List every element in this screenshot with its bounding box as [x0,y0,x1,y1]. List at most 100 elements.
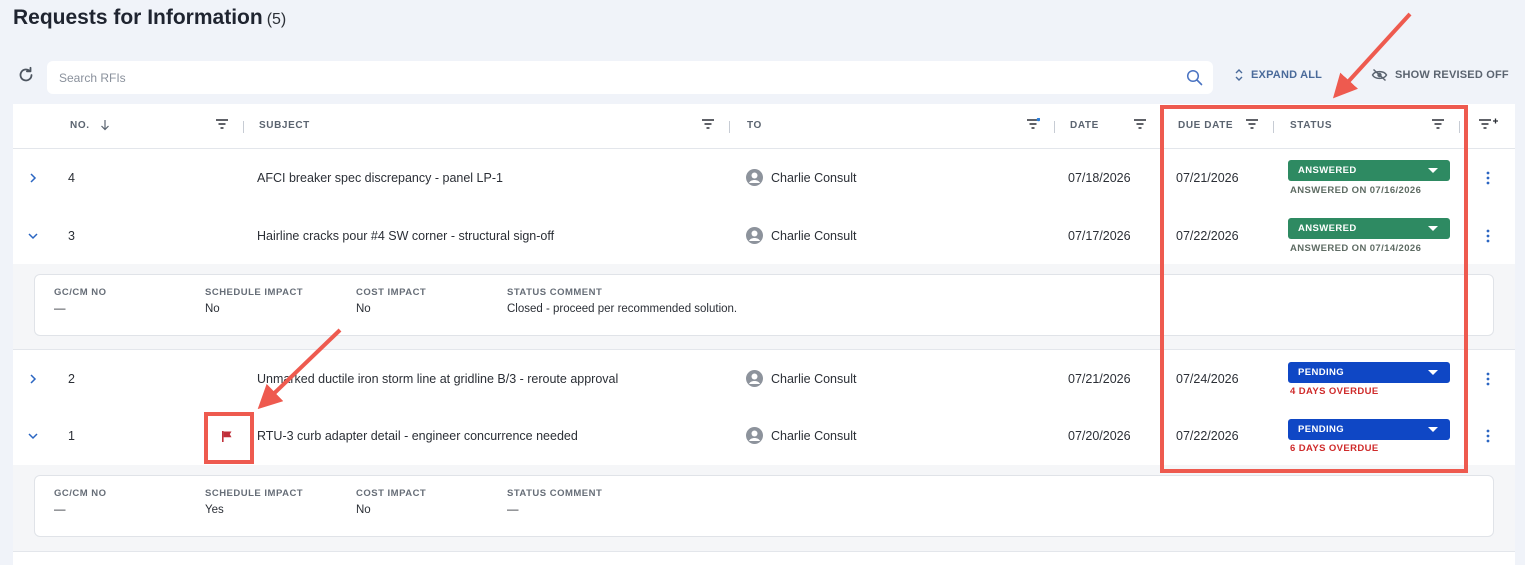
rfi-date: 07/17/2026 [1068,229,1131,243]
rfi-table: NO. SUBJECT TO DATE DUE DATE STATUS 4 AF… [13,104,1515,565]
caret-down-icon [1428,370,1438,375]
status-label: ANSWERED [1298,165,1357,176]
kebab-icon[interactable] [1483,428,1493,444]
flag-icon[interactable] [221,430,233,443]
sort-arrow-icon[interactable] [100,119,110,131]
rfi-date: 07/21/2026 [1068,372,1131,386]
detail-label-schedule: SCHEDULE IMPACT [205,287,304,298]
detail-label-gc: GC/CM NO [54,488,107,499]
rfi-number: 2 [68,372,75,386]
column-header-status[interactable]: STATUS [1290,120,1332,131]
show-revised-label: SHOW REVISED OFF [1395,69,1509,81]
filter-icon[interactable] [215,118,229,130]
column-settings-icon[interactable] [1478,118,1500,130]
caret-down-icon [1428,226,1438,231]
column-header-due-date[interactable]: DUE DATE [1178,120,1233,131]
detail-value-cost: No [356,504,371,516]
chevron-down-icon[interactable] [27,430,39,442]
status-dropdown[interactable]: PENDING [1288,419,1450,440]
status-label: PENDING [1298,424,1345,435]
detail-card: GC/CM NO — SCHEDULE IMPACT Yes COST IMPA… [34,475,1494,537]
detail-label-schedule: SCHEDULE IMPACT [205,488,304,499]
table-row[interactable]: 3 Hairline cracks pour #4 SW corner - st… [13,207,1515,264]
column-divider [243,121,244,133]
detail-label-cost: COST IMPACT [356,488,427,499]
rfi-subject[interactable]: Unmarked ductile iron storm line at grid… [257,372,618,386]
status-subtext: ANSWERED ON 07/16/2026 [1290,185,1422,196]
detail-label-gc: GC/CM NO [54,287,107,298]
rfi-recipient: Charlie Consult [771,229,857,243]
column-header-date[interactable]: DATE [1070,120,1099,131]
detail-value-gc: — [54,303,66,315]
caret-down-icon [1428,427,1438,432]
refresh-icon[interactable] [17,66,35,84]
filter-icon[interactable] [701,118,715,130]
chevron-right-icon[interactable] [27,172,39,184]
rfi-due-date: 07/21/2026 [1176,171,1239,185]
person-icon [746,370,763,387]
filter-icon[interactable] [1133,118,1147,130]
rfi-recipient: Charlie Consult [771,171,857,185]
rfi-number: 1 [68,429,75,443]
annotation-arrow [1332,12,1412,99]
rfi-subject[interactable]: Hairline cracks pour #4 SW corner - stru… [257,229,554,243]
filter-icon[interactable] [1245,118,1259,130]
table-row[interactable]: 2 Unmarked ductile iron storm line at gr… [13,351,1515,408]
chevron-down-icon[interactable] [27,230,39,242]
column-header-subject[interactable]: SUBJECT [259,120,310,131]
eye-off-icon [1371,68,1388,82]
detail-value-comment: — [507,504,519,516]
filter-active-icon[interactable] [1026,118,1040,130]
table-row[interactable]: 1 RTU-3 curb adapter detail - engineer c… [13,408,1515,465]
rfi-recipient: Charlie Consult [771,429,857,443]
rfi-subject[interactable]: AFCI breaker spec discrepancy - panel LP… [257,171,503,185]
row-detail-panel: GC/CM NO — SCHEDULE IMPACT Yes COST IMPA… [13,465,1515,552]
expand-icon [1235,69,1243,81]
column-divider [1459,121,1460,133]
column-divider [729,121,730,133]
rfi-date: 07/18/2026 [1068,171,1131,185]
filter-icon[interactable] [1431,118,1445,130]
show-revised-toggle[interactable]: SHOW REVISED OFF [1371,68,1509,82]
caret-down-icon [1428,168,1438,173]
person-icon [746,227,763,244]
chevron-right-icon[interactable] [27,373,39,385]
column-header-no[interactable]: NO. [70,120,90,131]
status-subtext: ANSWERED ON 07/14/2026 [1290,243,1422,254]
search-icon[interactable] [1186,69,1203,86]
kebab-icon[interactable] [1483,371,1493,387]
search-input[interactable] [47,61,1213,94]
expand-all-button[interactable]: EXPAND ALL [1234,68,1322,82]
status-dropdown[interactable]: ANSWERED [1288,218,1450,239]
person-icon [746,427,763,444]
detail-label-comment: STATUS COMMENT [507,287,603,298]
kebab-icon[interactable] [1483,228,1493,244]
rfi-count: (5) [266,11,287,28]
rfi-due-date: 07/24/2026 [1176,372,1239,386]
person-icon [746,169,763,186]
detail-value-schedule: No [205,303,220,315]
detail-value-cost: No [356,303,371,315]
row-detail-panel: GC/CM NO — SCHEDULE IMPACT No COST IMPAC… [13,264,1515,350]
column-divider [1054,121,1055,133]
status-dropdown[interactable]: PENDING [1288,362,1450,383]
detail-value-comment: Closed - proceed per recommended solutio… [507,303,738,315]
kebab-icon[interactable] [1483,170,1493,186]
column-header-to[interactable]: TO [747,120,762,131]
page-title: Requests for Information (5) [13,6,286,30]
overdue-text: 6 DAYS OVERDUE [1290,443,1379,454]
status-label: ANSWERED [1298,223,1357,234]
overdue-text: 4 DAYS OVERDUE [1290,386,1379,397]
search-box[interactable] [47,61,1213,94]
detail-card: GC/CM NO — SCHEDULE IMPACT No COST IMPAC… [34,274,1494,336]
expand-all-label: EXPAND ALL [1251,69,1323,81]
detail-label-cost: COST IMPACT [356,287,427,298]
rfi-number: 3 [68,229,75,243]
status-dropdown[interactable]: ANSWERED [1288,160,1450,181]
status-label: PENDING [1298,367,1345,378]
table-row[interactable]: 4 AFCI breaker spec discrepancy - panel … [13,149,1515,206]
rfi-subject[interactable]: RTU-3 curb adapter detail - engineer con… [257,429,578,443]
rfi-recipient: Charlie Consult [771,372,857,386]
detail-label-comment: STATUS COMMENT [507,488,603,499]
rfi-due-date: 07/22/2026 [1176,429,1239,443]
